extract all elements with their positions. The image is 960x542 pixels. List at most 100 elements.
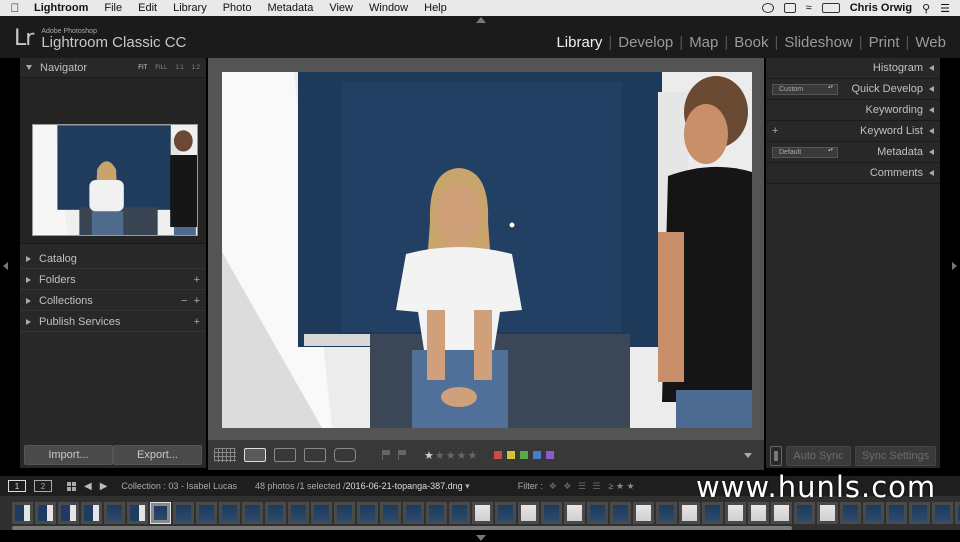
source-dropdown-icon[interactable]: ▾ — [465, 481, 470, 491]
filter-flags-icon[interactable]: ❖ ❖ ☰ ☰ — [549, 481, 603, 492]
filmstrip-thumbnail[interactable] — [58, 502, 79, 524]
loupe-view-icon[interactable] — [244, 448, 266, 462]
filter-stars-icon[interactable]: ≥ ★ ★ — [609, 481, 635, 492]
menu-metadata[interactable]: Metadata — [259, 2, 321, 14]
search-icon[interactable]: ⚲ — [922, 2, 930, 15]
filmstrip-thumbnail[interactable] — [725, 502, 746, 524]
module-web[interactable]: Web — [909, 34, 952, 51]
keyword-list-header[interactable]: + Keyword List — [766, 121, 940, 142]
collapse-top-panel-icon[interactable] — [476, 17, 486, 23]
menu-file[interactable]: File — [96, 2, 130, 14]
auto-sync-button[interactable]: Auto Sync — [785, 446, 852, 466]
filmstrip-thumbnail[interactable] — [748, 502, 769, 524]
filmstrip-thumbnail[interactable] — [472, 502, 493, 524]
histogram-header[interactable]: Histogram — [766, 58, 940, 79]
filmstrip-thumbnail[interactable] — [127, 502, 148, 524]
filmstrip-thumbnail[interactable] — [771, 502, 792, 524]
module-develop[interactable]: Develop — [612, 34, 679, 51]
filmstrip-thumbnail[interactable] — [955, 502, 960, 524]
menu-view[interactable]: View — [321, 2, 361, 14]
module-map[interactable]: Map — [683, 34, 724, 51]
toolbar-content-dropdown-icon[interactable] — [744, 452, 752, 458]
auto-sync-switch[interactable] — [770, 446, 782, 466]
collapse-filmstrip-icon[interactable] — [476, 535, 486, 541]
filmstrip-thumbnail[interactable] — [81, 502, 102, 524]
label-purple[interactable] — [546, 451, 555, 459]
filmstrip-thumbnail[interactable] — [587, 502, 608, 524]
filmstrip-thumbnail[interactable] — [932, 502, 953, 524]
filmstrip-thumbnail[interactable] — [173, 502, 194, 524]
remove-collection-icon[interactable]: − — [181, 295, 187, 307]
filmstrip-thumbnail[interactable] — [702, 502, 723, 524]
secondary-window-button[interactable]: 2 — [34, 480, 52, 492]
filmstrip-thumbnail[interactable] — [104, 502, 125, 524]
filmstrip-path[interactable]: 48 photos /1 selected /2016-06-21-topang… — [255, 481, 470, 492]
filmstrip-thumbnail[interactable] — [403, 502, 424, 524]
filmstrip-thumbnail[interactable] — [794, 502, 815, 524]
collapse-left-panel-icon[interactable] — [3, 262, 8, 270]
filmstrip-thumbnail[interactable] — [357, 502, 378, 524]
menu-photo[interactable]: Photo — [215, 2, 260, 14]
star-icon[interactable]: ★ — [468, 450, 479, 462]
filmstrip-thumbnail[interactable] — [863, 502, 884, 524]
main-window-button[interactable]: 1 — [8, 480, 26, 492]
zoom-fill[interactable]: FILL — [155, 65, 167, 71]
filmstrip-thumbnail[interactable] — [817, 502, 838, 524]
folders-panel[interactable]: Folders + — [20, 269, 206, 290]
reject-flag-icon[interactable] — [398, 450, 406, 460]
label-blue[interactable] — [533, 451, 542, 459]
filmstrip-thumbnail[interactable] — [380, 502, 401, 524]
module-slideshow[interactable]: Slideshow — [778, 34, 858, 51]
add-keyword-icon[interactable]: + — [772, 125, 778, 137]
filmstrip-thumbnail[interactable] — [909, 502, 930, 524]
filmstrip-thumbnail[interactable] — [656, 502, 677, 524]
menu-help[interactable]: Help — [416, 2, 455, 14]
filmstrip-thumbnail[interactable] — [426, 502, 447, 524]
label-yellow[interactable] — [507, 451, 516, 459]
notification-center-icon[interactable]: ☰ — [940, 2, 950, 15]
publish-services-panel[interactable]: Publish Services + — [20, 311, 206, 332]
back-arrow-icon[interactable]: ◀ — [84, 481, 92, 492]
module-library[interactable]: Library — [550, 34, 608, 51]
label-red[interactable] — [494, 451, 503, 459]
airplay-icon[interactable] — [783, 3, 796, 13]
filmstrip-source[interactable]: Collection : 03 - Isabel Lucas — [121, 481, 237, 491]
filmstrip-thumbnail[interactable] — [334, 502, 355, 524]
pick-flag-icon[interactable] — [382, 450, 390, 460]
menu-window[interactable]: Window — [361, 2, 416, 14]
export-button[interactable]: Export... — [113, 445, 202, 465]
zoom-1-1[interactable]: 1:1 — [175, 65, 183, 71]
star-icon[interactable]: ★ — [435, 450, 446, 462]
filmstrip-thumbnail[interactable] — [564, 502, 585, 524]
filmstrip-thumbnail[interactable] — [288, 502, 309, 524]
star-icon[interactable]: ★ — [457, 450, 468, 462]
add-publish-service-icon[interactable]: + — [194, 316, 200, 328]
grid-view-icon[interactable] — [214, 448, 236, 462]
sync-settings-button[interactable]: Sync Settings — [855, 446, 937, 466]
filmstrip-thumbnail[interactable] — [265, 502, 286, 524]
filmstrip-scrollbar[interactable] — [12, 526, 792, 530]
filmstrip-thumbnail[interactable] — [840, 502, 861, 524]
filmstrip-thumbnail[interactable] — [679, 502, 700, 524]
wifi-icon[interactable]: ≈ — [806, 2, 812, 14]
catalog-panel[interactable]: Catalog — [20, 248, 206, 269]
creative-cloud-icon[interactable] — [761, 3, 774, 13]
forward-arrow-icon[interactable]: ▶ — [100, 481, 108, 492]
filmstrip-thumbnail[interactable] — [495, 502, 516, 524]
user-name[interactable]: Chris Orwig — [850, 2, 912, 14]
grid-view-icon[interactable] — [66, 481, 76, 491]
survey-view-icon[interactable] — [304, 448, 326, 462]
add-collection-icon[interactable]: + — [194, 295, 200, 307]
filmstrip-thumbnail[interactable] — [633, 502, 654, 524]
filmstrip-thumbnail[interactable] — [610, 502, 631, 524]
quick-develop-preset-select[interactable]: Custom — [772, 83, 838, 95]
battery-icon[interactable] — [821, 3, 840, 13]
people-view-icon[interactable] — [334, 448, 356, 462]
filmstrip-thumbnail[interactable] — [196, 502, 217, 524]
apple-menu-icon[interactable]:  — [0, 1, 30, 15]
loupe-photo[interactable] — [222, 72, 752, 428]
menu-library[interactable]: Library — [165, 2, 215, 14]
filmstrip-thumbnail[interactable] — [311, 502, 332, 524]
navigator-preview[interactable] — [32, 124, 198, 236]
menu-edit[interactable]: Edit — [130, 2, 165, 14]
